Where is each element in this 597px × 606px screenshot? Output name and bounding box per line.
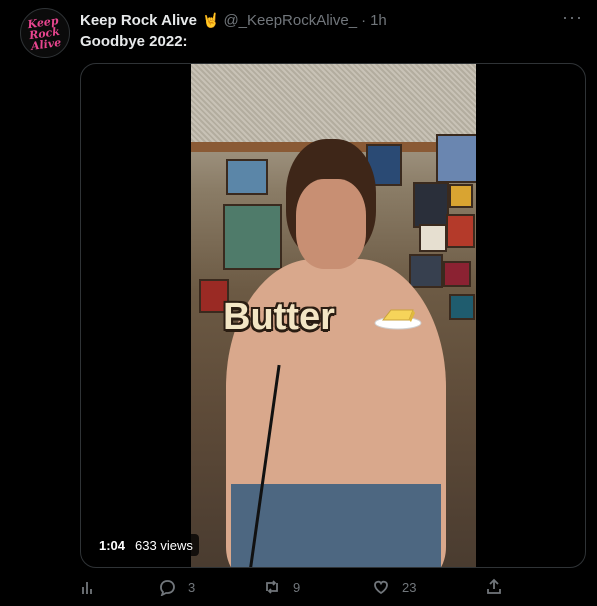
rock-hand-icon: 🤘 xyxy=(202,11,220,28)
avatar[interactable]: Keep Rock Alive xyxy=(20,8,70,58)
wall-painting xyxy=(446,214,475,248)
wall-painting xyxy=(409,254,443,288)
video-frame[interactable]: Butter xyxy=(191,64,476,567)
like-button[interactable]: 23 xyxy=(372,578,416,596)
person-face xyxy=(296,179,366,269)
more-icon[interactable]: ··· xyxy=(562,8,583,26)
like-icon xyxy=(374,580,388,595)
video-duration-views: 1:04 633 views xyxy=(93,534,199,556)
share-button[interactable] xyxy=(485,578,515,596)
wall-painting xyxy=(436,134,476,183)
ceiling xyxy=(191,64,476,149)
reply-button[interactable]: 3 xyxy=(158,578,195,596)
video-views: 633 views xyxy=(135,537,193,553)
like-count: 23 xyxy=(402,579,417,595)
author-name[interactable]: Keep Rock Alive xyxy=(80,12,197,29)
meta-separator: · xyxy=(361,11,367,29)
wall-painting xyxy=(449,294,475,320)
retweet-button[interactable]: 9 xyxy=(263,578,300,596)
wall-painting xyxy=(226,159,268,195)
video-duration: 1:04 xyxy=(99,537,126,553)
tweet-actions: 3 9 23 xyxy=(80,578,501,606)
video-player[interactable]: Butter 1:04 633 views xyxy=(80,63,586,568)
wall-painting xyxy=(449,184,473,208)
analytics-icon xyxy=(82,582,92,594)
wall-painting xyxy=(413,182,449,228)
wall-painting xyxy=(419,224,447,252)
person-jeans xyxy=(231,484,441,567)
video-caption: Butter xyxy=(223,296,335,338)
wall-painting xyxy=(223,204,282,270)
wall-painting xyxy=(443,261,471,287)
retweet-count: 9 xyxy=(293,579,301,595)
share-icon xyxy=(487,578,501,594)
retweet-icon xyxy=(266,580,278,594)
tweet-header: Keep Rock Alive 🤘 @_KeepRockAlive_ · 1h xyxy=(80,10,387,30)
tweet-text: Goodbye 2022: xyxy=(80,33,188,50)
analytics-button[interactable] xyxy=(80,578,110,596)
reply-count: 3 xyxy=(188,579,196,595)
reply-icon xyxy=(160,580,175,596)
timestamp[interactable]: 1h xyxy=(370,12,387,29)
avatar-logo-text: Keep Rock Alive xyxy=(27,13,63,53)
butter-icon xyxy=(374,309,422,330)
author-handle[interactable]: @_KeepRockAlive_ xyxy=(223,12,357,29)
